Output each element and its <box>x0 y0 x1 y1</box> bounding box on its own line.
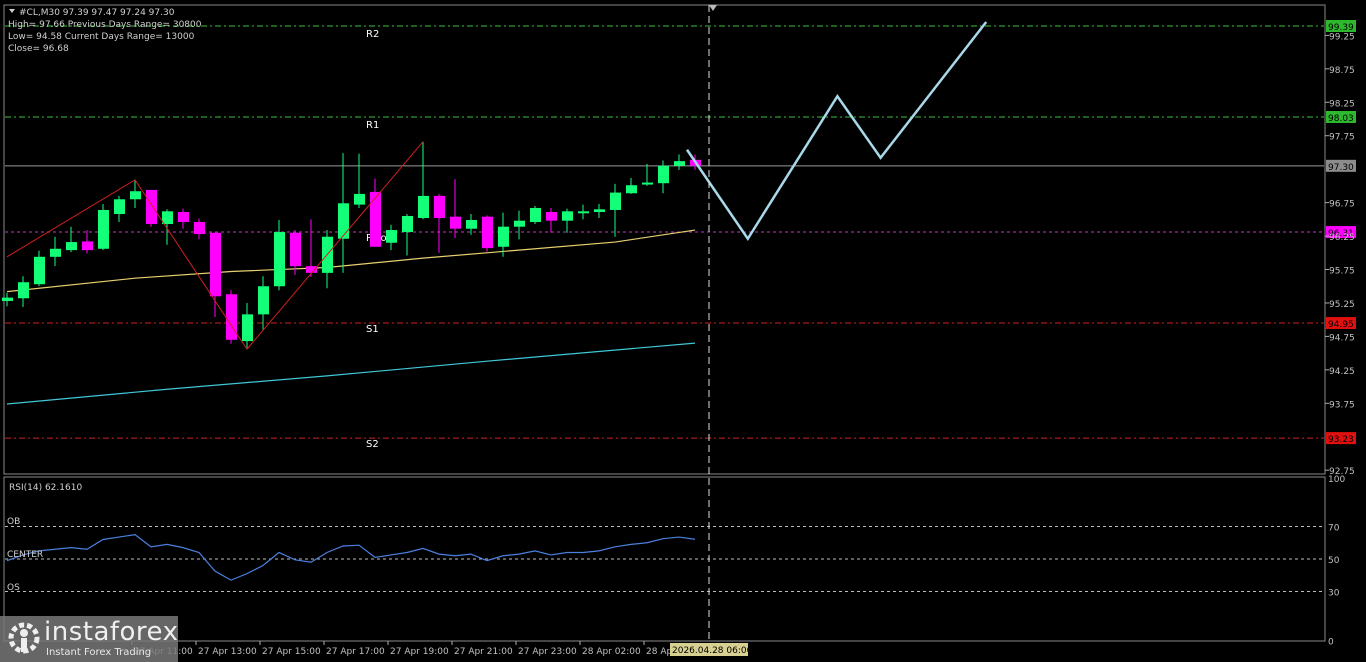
bull-candle <box>258 286 269 315</box>
bull-candle <box>610 192 621 210</box>
bull-candle <box>114 199 125 214</box>
bear-candle <box>226 294 237 340</box>
price-tick-label: 99.25 <box>1329 32 1355 42</box>
level-label-r2: R2 <box>366 29 379 40</box>
price-tag: 98.03 <box>1328 114 1354 124</box>
low-info: Low= 94.58 Current Days Range= 13000 <box>8 32 195 42</box>
time-label: 27 Apr 13:00 <box>198 647 257 657</box>
price-tick-label: 96.75 <box>1329 200 1355 210</box>
bull-candle <box>34 256 45 285</box>
logo-tagline: Instant Forex Trading <box>46 647 152 658</box>
bear-candle <box>370 191 381 247</box>
bull-candle <box>674 161 685 166</box>
bull-candle <box>130 191 141 200</box>
cursor-time: 2026.04.28 06:00 <box>672 646 753 656</box>
bear-candle <box>178 211 189 223</box>
bear-candle <box>434 195 445 219</box>
close-info: Close= 96.68 <box>8 44 69 54</box>
bull-candle <box>386 230 397 243</box>
bull-candle <box>514 220 525 227</box>
bull-candle <box>642 182 653 185</box>
rsi-center-label: CENTER <box>7 550 43 560</box>
bear-candle <box>450 216 461 229</box>
bull-candle <box>242 314 253 342</box>
bear-candle <box>194 222 205 235</box>
price-tick-label: 97.75 <box>1329 133 1355 143</box>
chart-background <box>0 0 1366 662</box>
price-tick-label: 95.75 <box>1329 267 1355 277</box>
level-label-s2: S2 <box>366 439 379 450</box>
symbol-ohlc: #CL,M30 97.39 97.47 97.24 97.30 <box>19 8 175 18</box>
rsi-axis-label: 30 <box>1328 589 1340 599</box>
price-tick-label: 94.25 <box>1329 367 1355 377</box>
bull-candle <box>2 297 13 301</box>
time-label: 27 Apr 21:00 <box>454 647 513 657</box>
bull-candle <box>274 232 285 287</box>
price-tick-label: 94.75 <box>1329 333 1355 343</box>
gear-logo-icon <box>8 622 40 654</box>
price-tag: 93.23 <box>1328 435 1354 445</box>
bear-candle <box>210 232 221 297</box>
bull-candle <box>354 193 365 205</box>
bull-candle <box>162 211 173 225</box>
bull-candle <box>594 209 605 212</box>
bear-candle <box>482 216 493 249</box>
bear-candle <box>290 232 301 267</box>
time-label: 28 Apr 02:00 <box>582 647 641 657</box>
price-tag: 94.95 <box>1328 320 1354 330</box>
bull-candle <box>98 209 109 249</box>
bear-candle <box>146 189 157 225</box>
bull-candle <box>418 195 429 219</box>
time-label: 27 Apr 15:00 <box>262 647 321 657</box>
bull-candle <box>530 207 541 223</box>
bull-candle <box>578 211 589 214</box>
price-tick-label: 96.25 <box>1329 233 1355 243</box>
rsi-axis-label: 100 <box>1328 475 1345 485</box>
bull-candle <box>498 226 509 247</box>
price-tick-label: 93.75 <box>1329 400 1355 410</box>
rsi-axis-label: 0 <box>1328 637 1334 647</box>
bull-candle <box>466 220 477 229</box>
bull-candle <box>66 242 77 251</box>
price-tick-label: 95.25 <box>1329 300 1355 310</box>
rsi-ob-label: OB <box>7 517 20 527</box>
rsi-os-label: OS <box>7 583 20 593</box>
bear-candle <box>306 266 317 273</box>
instaforex-logo: instaforex Instant Forex Trading <box>0 616 178 662</box>
level-label-r1: R1 <box>366 120 379 131</box>
rsi-title: RSI(14) 62.1610 <box>9 483 82 493</box>
price-tag: 97.30 <box>1328 163 1354 173</box>
time-label: 27 Apr 19:00 <box>390 647 449 657</box>
high-info: High= 97.66 Previous Days Range= 30800 <box>8 20 202 30</box>
bull-candle <box>18 282 29 299</box>
rsi-axis-label: 70 <box>1328 524 1340 534</box>
price-chart[interactable]: R299.39R198.0397.30Pivot96.31S194.95S293… <box>0 0 1366 662</box>
bull-candle <box>626 185 637 194</box>
time-label: 27 Apr 23:00 <box>518 647 577 657</box>
bear-candle <box>82 241 93 251</box>
price-tick-label: 98.75 <box>1329 66 1355 76</box>
price-tick-label: 98.25 <box>1329 99 1355 109</box>
bull-candle <box>50 248 61 257</box>
logo-name: instaforex <box>44 617 179 647</box>
bull-candle <box>562 211 573 221</box>
level-label-s1: S1 <box>366 324 379 335</box>
bull-candle <box>658 165 669 184</box>
bear-candle <box>546 211 557 221</box>
bull-candle <box>338 203 349 239</box>
rsi-axis-label: 50 <box>1328 556 1340 566</box>
bull-candle <box>402 215 413 233</box>
time-label: 27 Apr 17:00 <box>326 647 385 657</box>
